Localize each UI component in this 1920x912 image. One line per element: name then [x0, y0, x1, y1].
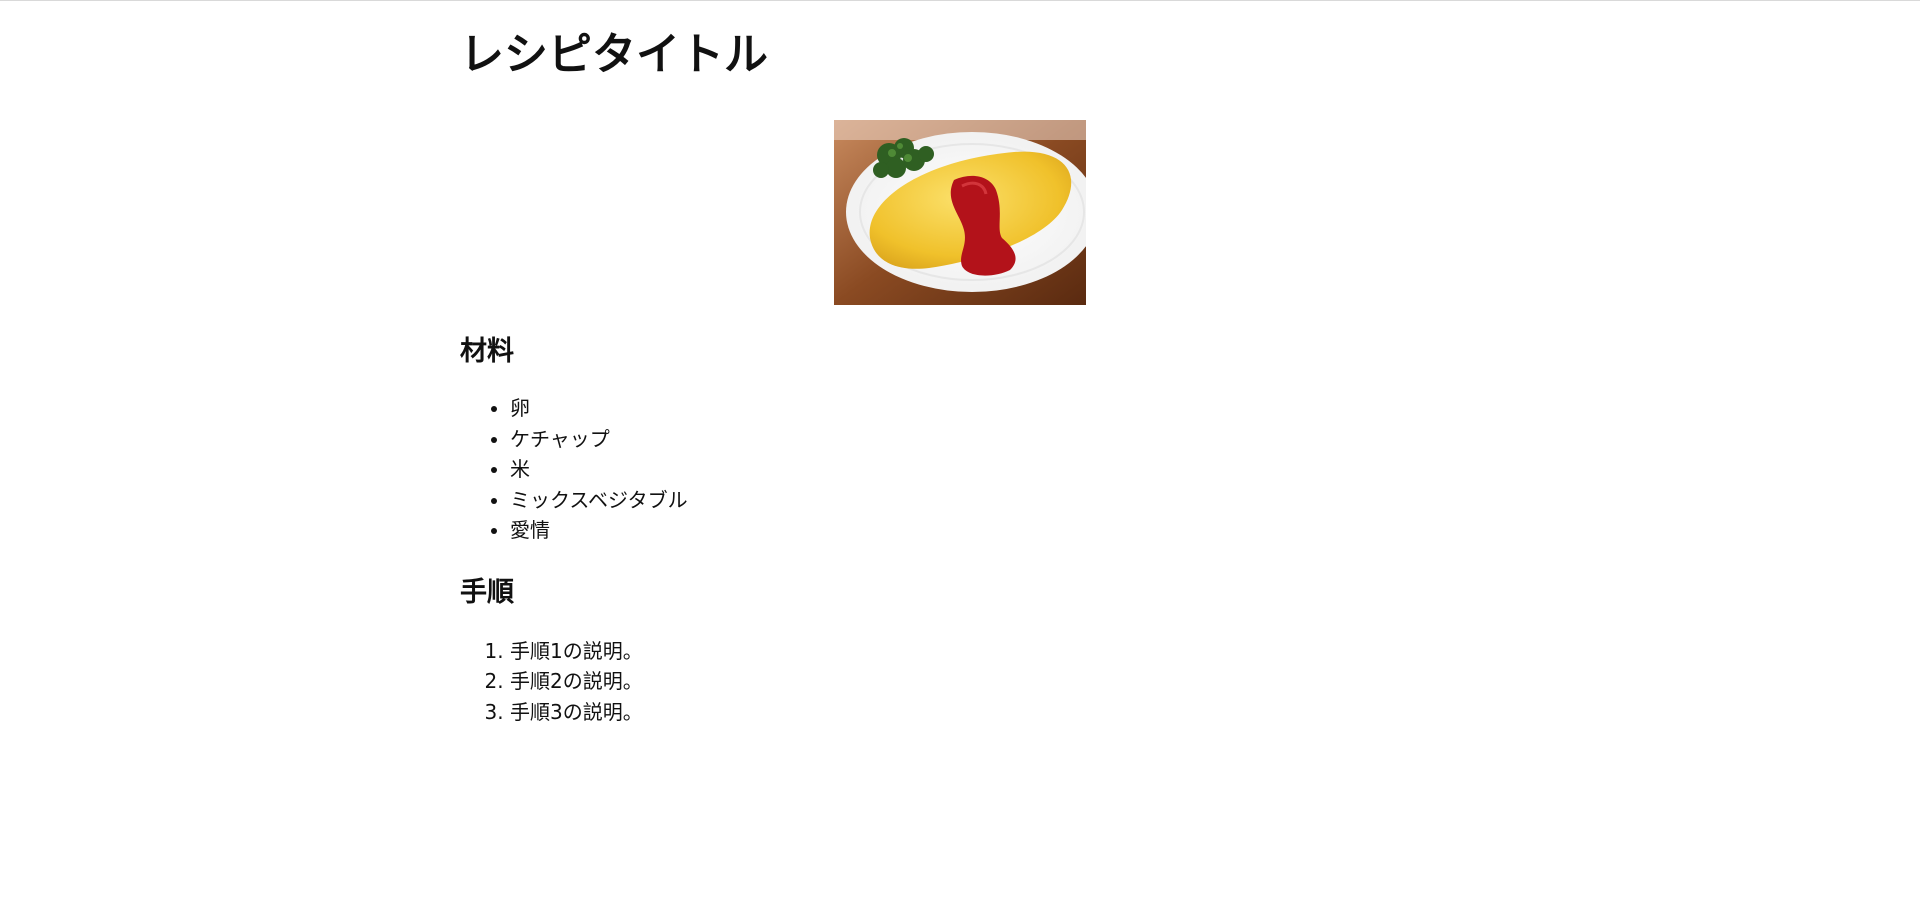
ingredients-heading: 材料: [460, 336, 514, 367]
list-item: ミックスベジタブル: [510, 485, 1460, 516]
list-item: 米: [510, 454, 1460, 485]
list-item: 愛情: [510, 515, 1460, 546]
steps-heading: 手順: [460, 576, 514, 608]
list-item: ケチャップ: [510, 424, 1460, 455]
recipe-image: [834, 120, 1086, 305]
list-item: 卵: [510, 393, 1460, 424]
step-item: 手順3の説明。: [510, 697, 1460, 728]
recipe-title: レシピタイトル: [460, 29, 768, 80]
omelette-rice-photo: [834, 120, 1086, 305]
steps-list: 手順1の説明。 手順2の説明。 手順3の説明。: [460, 636, 1460, 728]
recipe-page: レシピタイトル 材料 • 卵 • ケチャップ • 米 • ミックスベジタブル •…: [460, 0, 1460, 727]
ingredients-list: 卵 ケチャップ 米 ミックスベジタブル 愛情: [460, 393, 1460, 546]
step-item: 手順2の説明。: [510, 666, 1460, 697]
step-item: 手順1の説明。: [510, 636, 1460, 667]
